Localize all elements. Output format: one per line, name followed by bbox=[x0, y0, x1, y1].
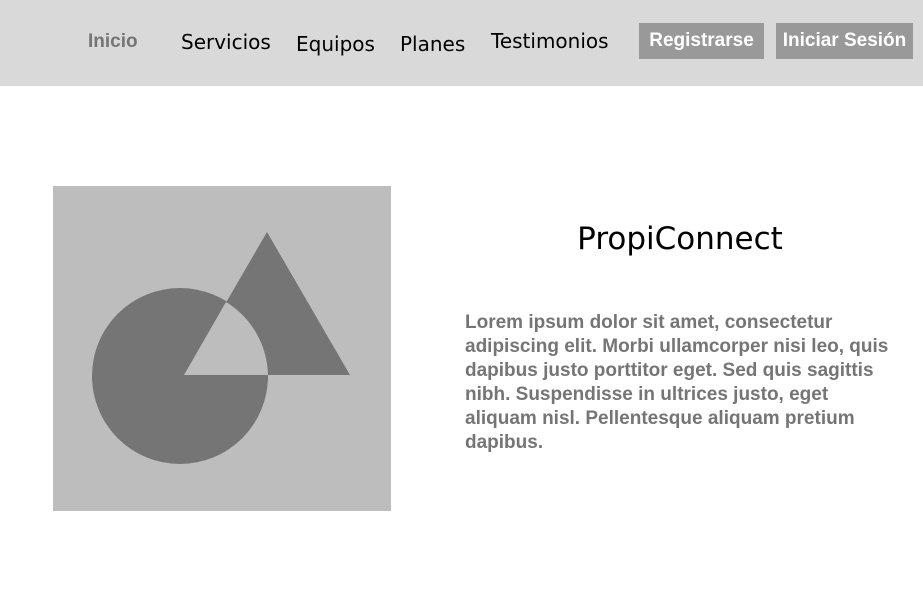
nav-item-inicio[interactable]: Inicio bbox=[88, 28, 138, 56]
image-placeholder-icon bbox=[92, 232, 350, 464]
page-title: PropiConnect bbox=[577, 221, 783, 257]
login-button[interactable]: Iniciar Sesión bbox=[776, 23, 913, 59]
navbar: Inicio Servicios Equipos Planes Testimon… bbox=[0, 0, 923, 86]
register-button[interactable]: Registrarse bbox=[639, 23, 764, 59]
nav-item-testimonios[interactable]: Testimonios bbox=[491, 27, 609, 55]
hero-description: Lorem ipsum dolor sit amet, consectetur … bbox=[465, 312, 889, 453]
nav-item-equipos[interactable]: Equipos bbox=[296, 30, 375, 58]
nav-item-servicios[interactable]: Servicios bbox=[181, 28, 271, 56]
hero-image-placeholder bbox=[53, 186, 391, 511]
nav-item-planes[interactable]: Planes bbox=[400, 30, 465, 58]
